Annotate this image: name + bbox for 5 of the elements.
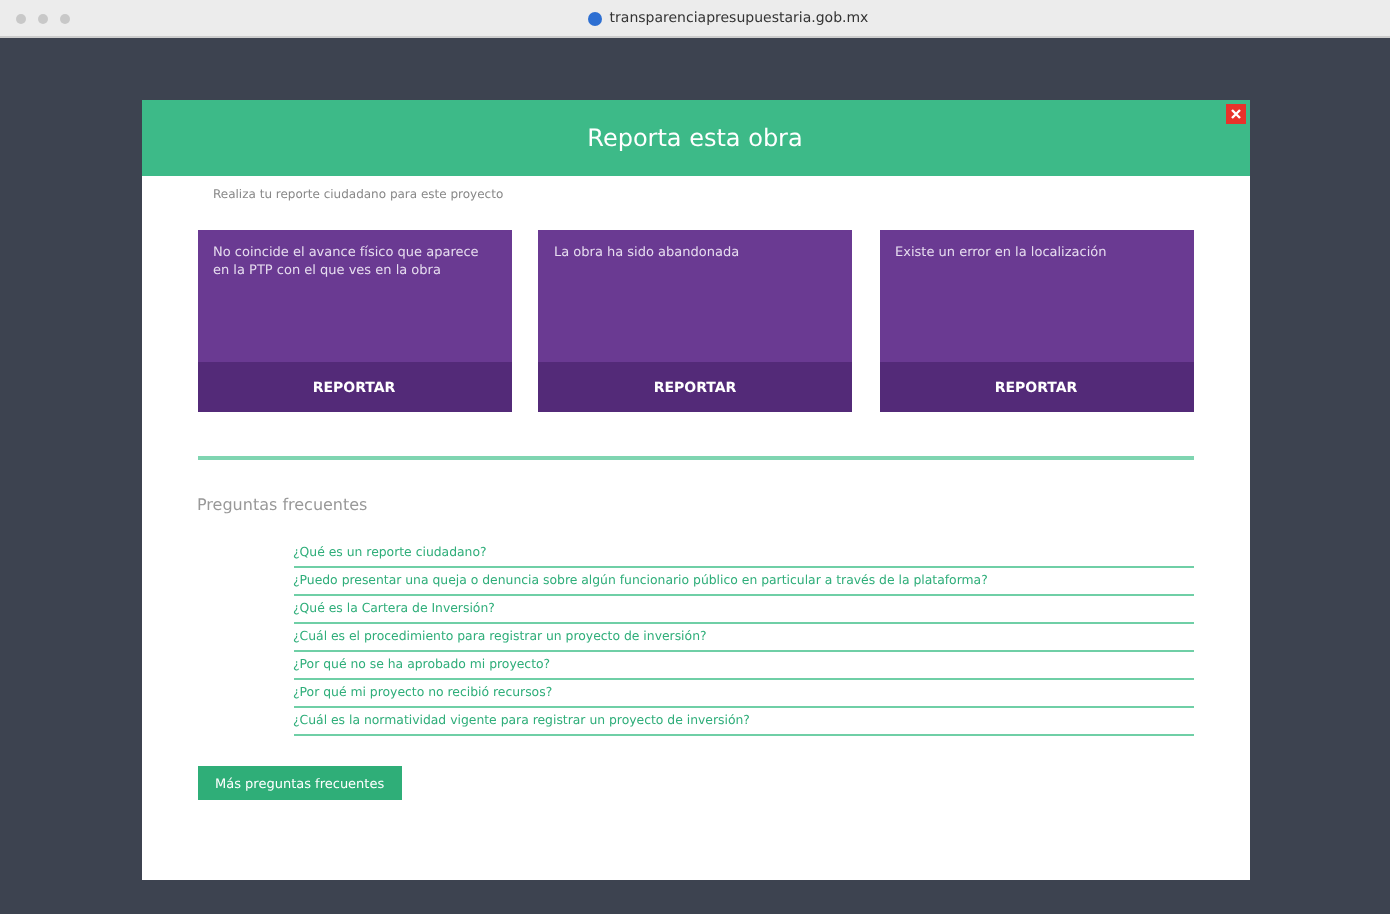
close-button[interactable] xyxy=(1225,104,1245,124)
close-icon xyxy=(1229,108,1241,120)
faq-heading: Preguntas frecuentes xyxy=(197,496,370,514)
dialog-title: Reporta esta obra xyxy=(587,124,803,152)
globe-icon xyxy=(587,11,602,25)
